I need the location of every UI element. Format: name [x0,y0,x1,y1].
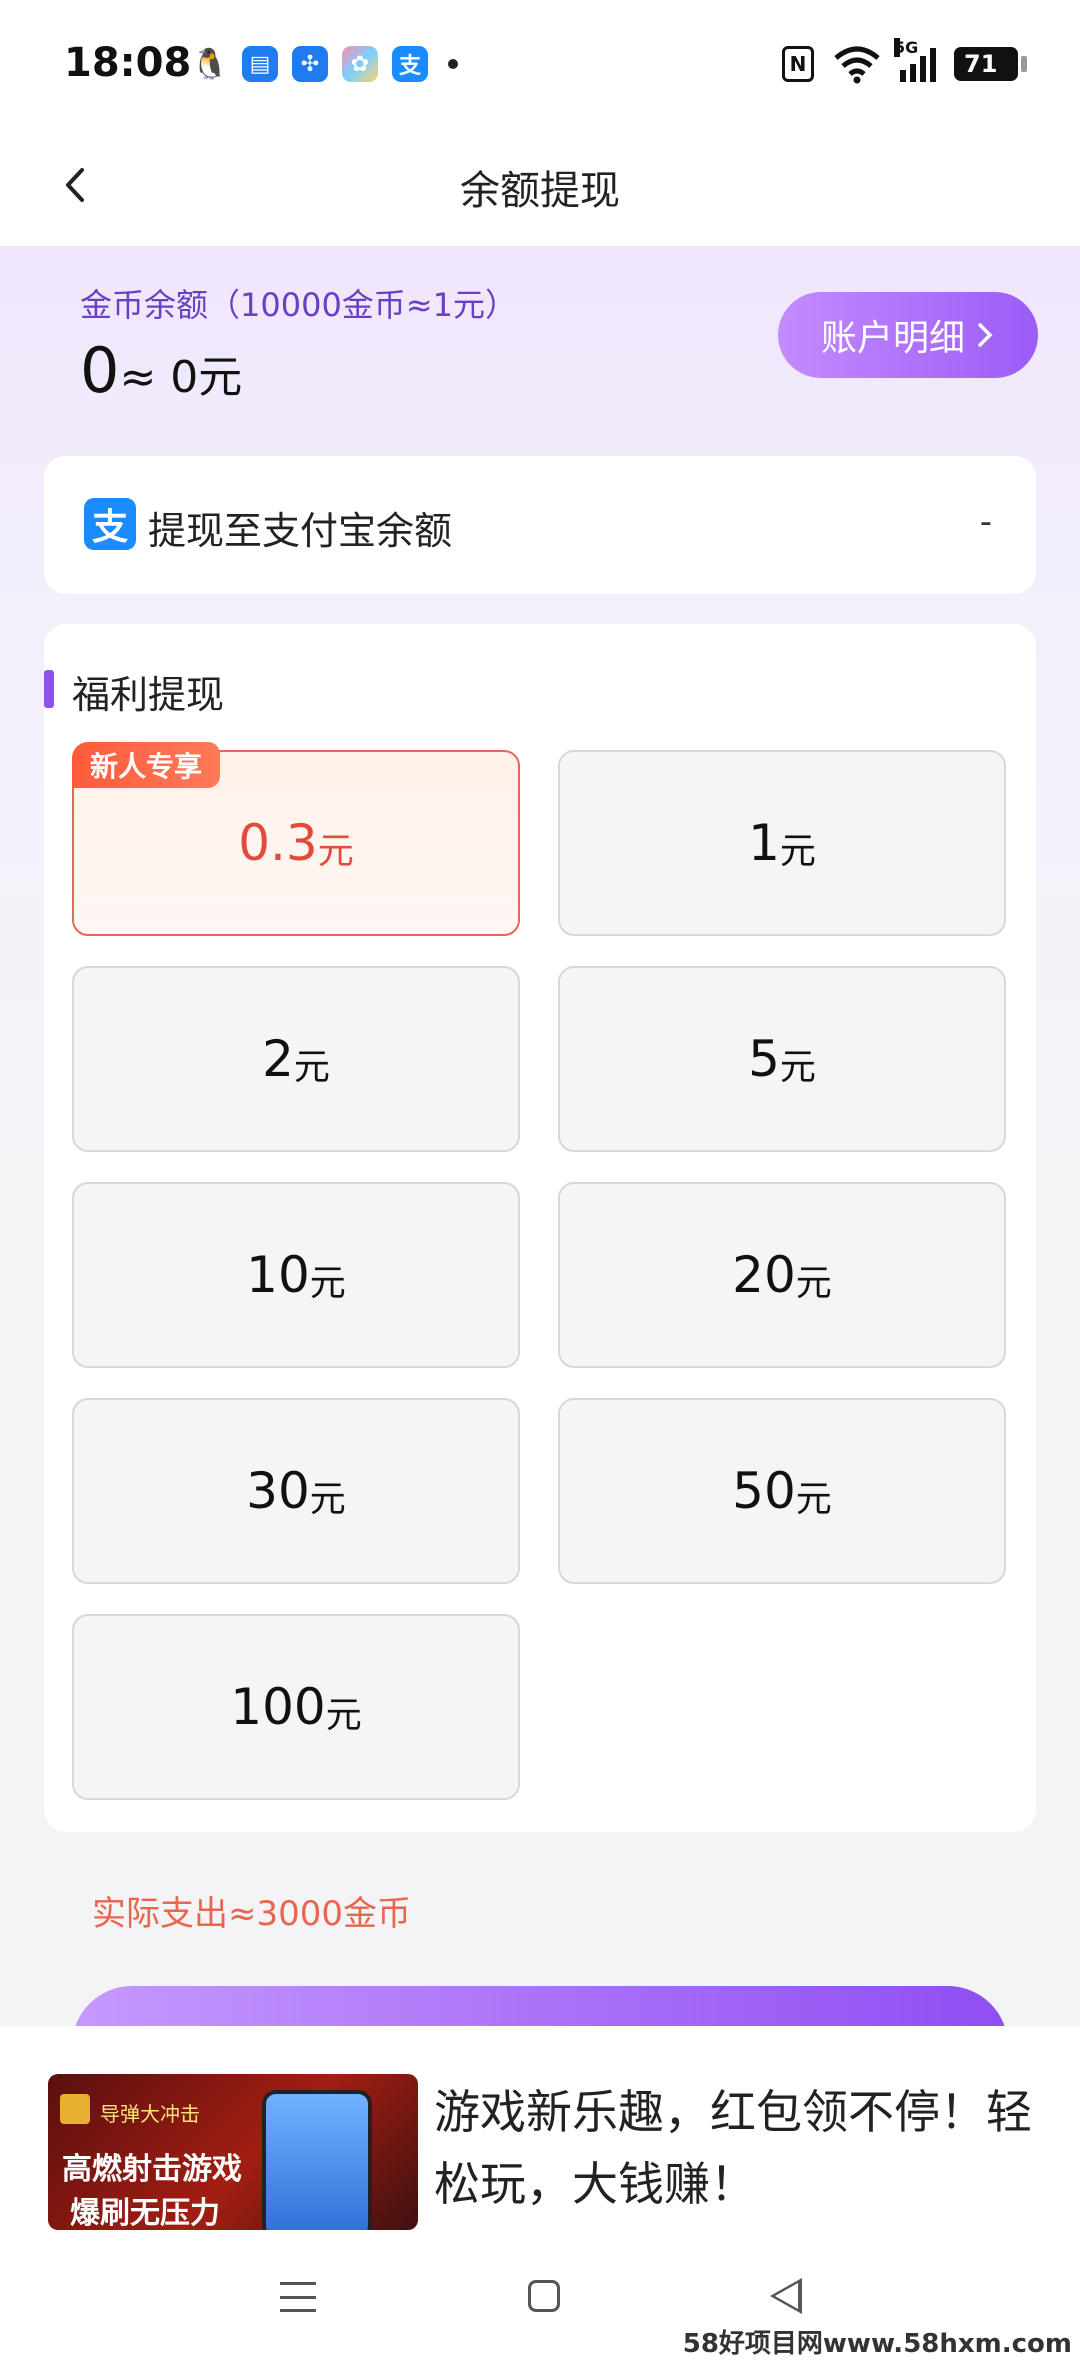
coin-balance: 0 [80,334,120,407]
balance-label: 金币余额（10000金币≈1元） [80,286,517,324]
signal-icon: 5G [894,38,936,82]
amount-value: 2 [262,1030,294,1088]
header: 余额提现 [0,130,1080,246]
amount-option[interactable]: 新人专享 0.3 元 [72,742,520,936]
ad-image-line2: 爆刷无压力 [70,2196,220,2230]
battery-level: 71 [964,50,998,78]
page-title: 余额提现 [460,168,620,214]
wifi-icon [834,46,880,84]
ad-image-line1: 高燃射击游戏 [62,2152,242,2187]
amount-option[interactable]: 2元 [72,966,520,1152]
status-time: 18:08 [64,40,192,86]
status-bar: 18:08 🐧 ▤ ✣ ✿ 支 N 5G 71 [0,0,1080,130]
alipay-icon: 支 [84,498,136,550]
ad-image[interactable]: 导弹大冲击 高燃射击游戏 爆刷无压力 [48,2074,418,2230]
amount-option[interactable]: 10 元 [72,1182,520,1368]
more-notifications-dot [448,59,458,69]
new-user-badge: 新人专享 [72,742,221,788]
amount-value: 5 [748,1030,780,1088]
amount-value: 10 [246,1246,310,1304]
gallery-icon: ✿ [342,46,378,82]
ad-game-name: 导弹大冲击 [100,2102,200,2126]
amount-unit: 元 [325,1695,362,1736]
amount-value: 100 [230,1678,326,1736]
qq-icon: 🐧 [191,46,229,82]
phone-illustration [262,2090,372,2230]
menu-icon[interactable] [280,2282,316,2312]
amount-unit: 元 [795,1263,832,1304]
battery-icon: 71 [954,47,1027,81]
withdraw-method-card[interactable]: 支 提现至支付宝余额 - [44,456,1036,594]
amount-option[interactable]: 5元 [558,966,1006,1152]
game-logo-icon [60,2094,90,2124]
network-type: 5G [894,38,919,57]
ad-banner[interactable]: 导弹大冲击 高燃射击游戏 爆刷无压力 游戏新乐趣，红包领不停！轻松玩，大钱赚！ [0,2026,1080,2230]
amount-unit: 元 [317,831,354,872]
nfc-icon: N [782,46,814,82]
cash-equivalent: ≈ 0元 [119,352,243,403]
amount-value: 1 [748,814,780,872]
back-icon[interactable] [770,2278,802,2314]
section-marker [44,670,54,708]
amount-unit: 元 [795,1479,832,1520]
amount-option[interactable]: 100 元 [72,1614,520,1800]
amount-unit: 元 [293,1047,330,1088]
amount-value: 50 [732,1462,796,1520]
home-icon[interactable] [528,2280,560,2312]
welfare-withdraw-card: 福利提现 新人专享 0.3 元 1元 2元 5元 10 元 20 元 30 元 50 元 … [44,624,1036,1832]
amount-unit: 元 [779,831,816,872]
withdraw-method-value: - [979,502,992,542]
amount-unit: 元 [309,1263,346,1304]
expense-note: 实际支出≈3000金币 [92,1894,412,1934]
pinwheel-icon: ✣ [292,46,328,82]
message-icon: ▤ [242,46,278,82]
balance-value: 0≈ 0元 [80,334,242,407]
amount-value: 20 [732,1246,796,1304]
system-navigation-bar: 58好项目网www.58hxm.com [0,2230,1080,2362]
amount-option[interactable]: 20 元 [558,1182,1006,1368]
amount-value: 0.3 [238,814,318,872]
alipay-icon: 支 [392,46,428,82]
section-title: 福利提现 [72,673,225,717]
notification-icons: 🐧 ▤ ✣ ✿ 支 [191,46,458,82]
amount-unit: 元 [779,1047,816,1088]
system-icons: N 5G 71 [782,38,1027,84]
amount-option[interactable]: 50 元 [558,1398,1006,1584]
account-detail-label: 账户明细 [820,318,965,359]
amount-option[interactable]: 1元 [558,750,1006,936]
amount-value: 30 [246,1462,310,1520]
watermark: 58好项目网www.58hxm.com [682,2329,1072,2359]
ad-text: 游戏新乐趣，红包领不停！轻松玩，大钱赚！ [434,2085,1032,2211]
chevron-right-icon [978,323,993,347]
amount-unit: 元 [309,1479,346,1520]
amount-option[interactable]: 30 元 [72,1398,520,1584]
withdraw-method-label: 提现至支付宝余额 [148,509,453,553]
account-detail-button[interactable]: 账户明细 [778,292,1038,378]
